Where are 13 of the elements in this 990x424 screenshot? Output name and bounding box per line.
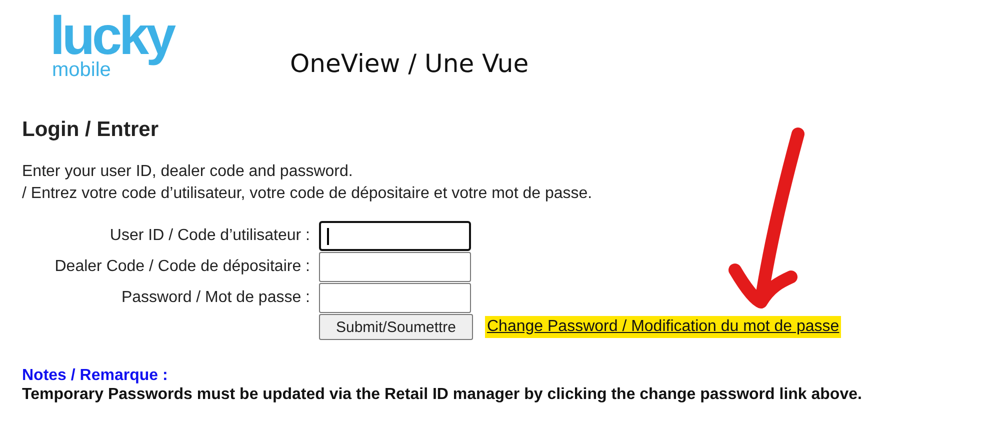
app-title: OneView / Une Vue (290, 49, 529, 78)
field-label: Password / Mot de passe : (120, 289, 310, 307)
notes-heading: Notes / Remarque : (22, 366, 169, 385)
login-heading: Login / Entrer (22, 118, 160, 142)
input-field[interactable] (319, 283, 471, 313)
submit-button[interactable]: Submit/Soumettre (319, 314, 473, 340)
field-label: User ID / Code d’utilisateur : (108, 227, 310, 245)
field-label: Dealer Code / Code de dépositaire : (54, 258, 310, 276)
input-field[interactable] (319, 252, 471, 282)
notes-text: Temporary Passwords must be updated via the Retail ID manager by clicking the change password link above. (22, 385, 863, 404)
input-field[interactable] (319, 221, 471, 251)
change-password-link[interactable]: Change Password / Modification du mot de passe (485, 316, 842, 338)
instructions-text: Enter your user ID, dealer code and password. / Entrez votre code d’utilisateur, votre code de dépositaire et votre mot de passe. (22, 162, 594, 204)
